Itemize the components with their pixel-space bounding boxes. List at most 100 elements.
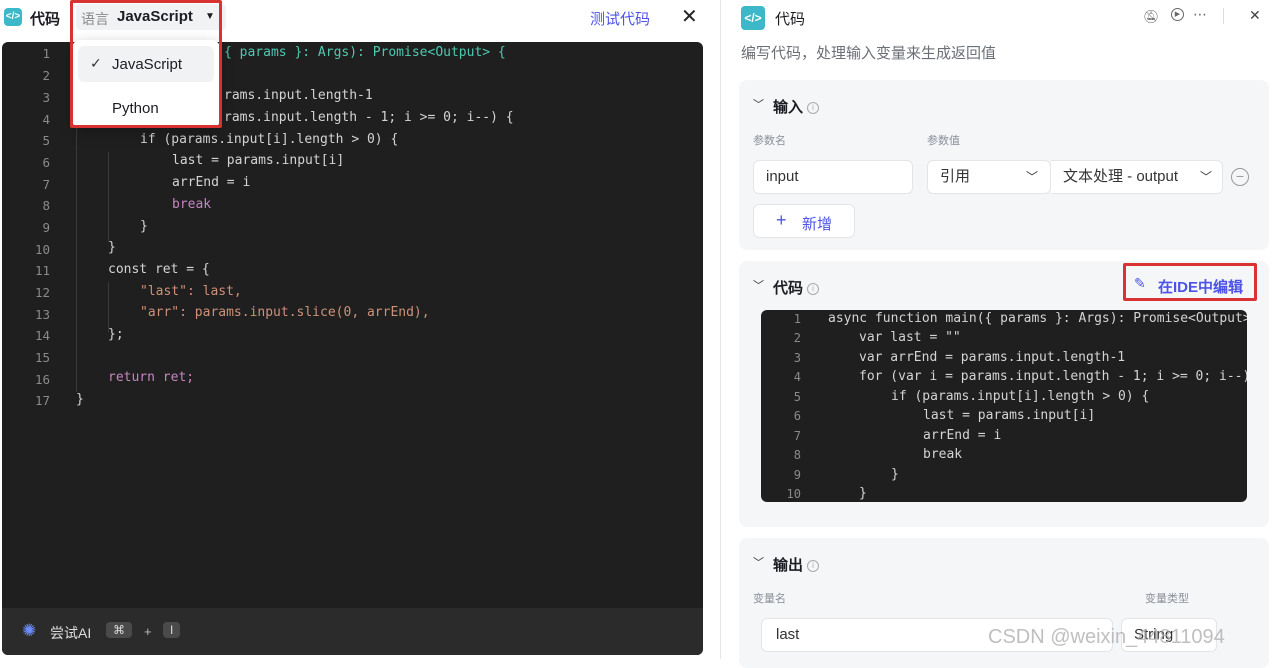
line-number: 3 xyxy=(42,90,50,105)
code-line: async function main({ params }: Args): P… xyxy=(828,311,1247,326)
shortcut-cmd-key: ⌘ xyxy=(106,622,132,638)
indent-guide xyxy=(108,282,109,332)
line-number: 9 xyxy=(793,468,801,482)
code-line: } xyxy=(891,467,899,482)
more-icon[interactable]: ⋯ xyxy=(1193,6,1207,23)
section-title-text: 输出 xyxy=(773,557,804,574)
line-number: 12 xyxy=(34,285,50,300)
language-dropdown-menu: ✓ JavaScript Python xyxy=(72,40,220,128)
language-value: JavaScript xyxy=(117,8,193,25)
ai-assistant-bar: ✺ 尝试AI ⌘ + I xyxy=(2,608,703,655)
close-icon[interactable]: ✕ xyxy=(1249,7,1261,24)
language-selector[interactable]: 语言 JavaScript ▼ xyxy=(76,4,226,30)
edit-in-ide-button[interactable]: ✎ 在IDE中编辑 xyxy=(1132,273,1256,297)
line-number: 8 xyxy=(42,198,50,213)
line-number: 7 xyxy=(793,429,801,443)
chevron-down-icon[interactable]: ﹀ xyxy=(753,277,764,293)
test-code-button[interactable]: 测试代码 xyxy=(590,8,650,29)
chevron-down-icon[interactable]: ﹀ xyxy=(753,96,764,112)
editor-title: 代码 xyxy=(30,11,61,28)
param-value-header: 参数值 xyxy=(927,135,960,147)
param-name-input[interactable]: input xyxy=(753,160,913,194)
code-line: var arrEnd = params.input.length-1 xyxy=(859,350,1126,365)
close-icon[interactable]: ✕ xyxy=(681,4,698,29)
line-number: 10 xyxy=(786,487,801,501)
line-number: 16 xyxy=(34,372,50,387)
info-icon: i xyxy=(807,102,820,115)
line-number: 2 xyxy=(793,331,801,345)
code-line: var last = "" xyxy=(859,330,961,345)
code-editor-panel: </> 代码 语言 JavaScript ▼ 测试代码 ✕ 1 2 3 4 5 … xyxy=(0,0,712,659)
param-name-header: 参数名 xyxy=(753,135,786,147)
remove-param-icon[interactable]: − xyxy=(1231,168,1249,186)
line-number: 1 xyxy=(793,312,801,326)
try-ai-button[interactable]: 尝试AI xyxy=(50,623,91,643)
code-line: arrEnd = i xyxy=(172,175,251,190)
dropdown-option-python[interactable]: Python xyxy=(78,88,214,124)
checkmark-icon: ✓ xyxy=(90,55,102,71)
line-number: 2 xyxy=(42,68,50,83)
line-number: 13 xyxy=(34,307,50,322)
divider xyxy=(1223,8,1224,24)
code-line: for (var i = params.input.length - 1; i … xyxy=(859,369,1247,384)
code-preview[interactable]: 1 2 3 4 5 6 7 8 9 10 async function main… xyxy=(761,310,1247,502)
add-param-button[interactable]: + 新增 xyxy=(753,204,855,238)
line-number: 6 xyxy=(42,155,50,170)
edit-in-ide-label: 在IDE中编辑 xyxy=(1158,279,1244,296)
input-section-title: 输入 i xyxy=(773,96,820,117)
chevron-down-icon: ﹀ xyxy=(1199,170,1212,184)
code-line: "last": last, xyxy=(140,284,242,299)
code-line: "arr": params.input.slice(0, arrEnd), xyxy=(140,305,430,320)
chevron-down-icon[interactable]: ﹀ xyxy=(753,554,764,570)
var-name-header: 变量名 xyxy=(753,593,786,605)
code-line: } xyxy=(140,219,148,234)
code-editor[interactable]: 1 2 3 4 5 6 7 8 9 10 11 12 13 14 15 16 1… xyxy=(2,42,703,655)
line-number: 7 xyxy=(42,177,50,192)
line-number: 4 xyxy=(793,370,801,384)
code-line: { params }: Args): Promise<Output> { xyxy=(224,45,506,60)
line-number: 9 xyxy=(42,220,50,235)
play-icon[interactable]: ▶ xyxy=(1171,8,1184,21)
ref-value-select[interactable]: 文本处理 - output ﹀ xyxy=(1051,160,1223,194)
code-line: last = params.input[i] xyxy=(172,153,345,168)
line-number: 8 xyxy=(793,448,801,462)
code-line: } xyxy=(108,240,116,255)
caret-down-icon: ▼ xyxy=(205,11,215,22)
plus-icon: + xyxy=(776,210,787,230)
ref-type-select[interactable]: 引用 ﹀ xyxy=(927,160,1051,194)
line-number: 15 xyxy=(34,350,50,365)
shortcut-plus: + xyxy=(144,624,152,639)
code-line: } xyxy=(76,392,84,407)
line-number: 3 xyxy=(793,351,801,365)
line-number: 10 xyxy=(34,242,50,257)
code-line: }; xyxy=(108,327,124,342)
line-number: 11 xyxy=(34,263,50,278)
section-title-text: 输入 xyxy=(773,99,804,116)
var-type-header: 变量类型 xyxy=(1145,593,1189,605)
line-number: 5 xyxy=(793,390,801,404)
code-line: if (params.input[i].length > 0) { xyxy=(140,132,399,147)
section-title-text: 代码 xyxy=(773,280,804,297)
line-number: 14 xyxy=(34,328,50,343)
dropdown-option-javascript[interactable]: ✓ JavaScript xyxy=(78,46,214,82)
code-line: return ret; xyxy=(108,370,195,385)
language-label: 语言 xyxy=(81,11,109,27)
line-number: 1 xyxy=(42,46,50,61)
ref-type-value: 引用 xyxy=(940,168,971,185)
panel-description: 编写代码，处理输入变量来生成返回值 xyxy=(741,45,997,62)
edit-icon: ✎ xyxy=(1134,275,1146,291)
code-line: arrEnd = i xyxy=(923,428,1002,443)
code-line: rams.input.length-1 xyxy=(224,88,373,103)
option-label: JavaScript xyxy=(112,56,183,73)
code-icon: </> xyxy=(741,6,765,30)
editor-header: </> 代码 语言 JavaScript ▼ 测试代码 ✕ xyxy=(0,0,712,36)
output-section-title: 输出 i xyxy=(773,554,820,575)
info-icon: i xyxy=(807,283,820,296)
info-icon: i xyxy=(807,560,820,573)
line-number: 6 xyxy=(793,409,801,423)
bell-off-icon[interactable]: 🔕︎ xyxy=(1143,9,1160,25)
chevron-down-icon: ﹀ xyxy=(1025,170,1038,184)
line-number: 17 xyxy=(34,393,50,408)
panel-title: 代码 xyxy=(775,11,806,28)
sparkle-icon[interactable]: ✺ xyxy=(22,621,36,641)
